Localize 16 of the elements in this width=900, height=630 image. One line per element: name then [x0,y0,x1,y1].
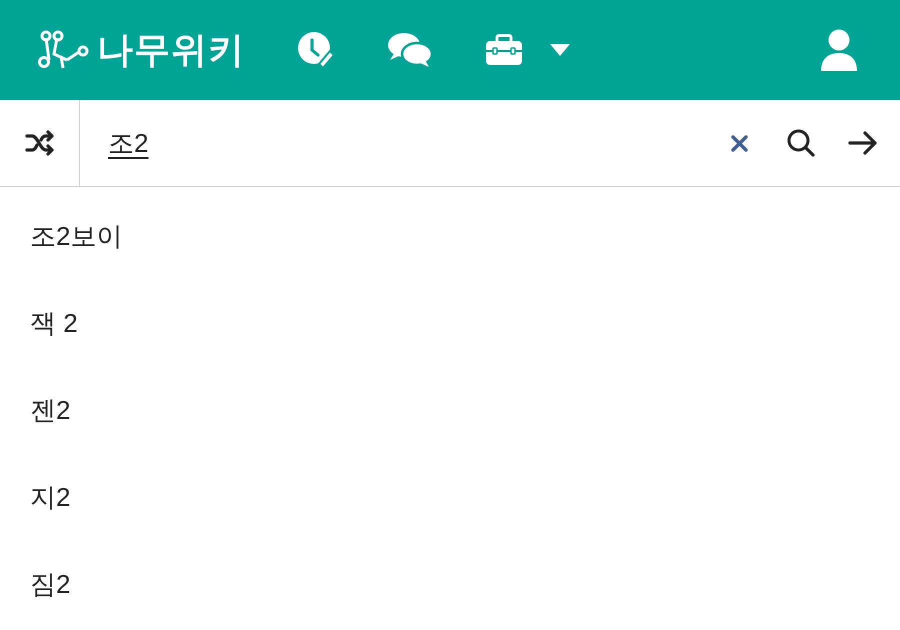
toolbox-icon[interactable] [485,34,523,66]
go-arrow-icon[interactable] [848,130,878,156]
clear-icon[interactable] [731,134,748,152]
recent-changes-icon[interactable] [297,31,335,69]
suggestion-item[interactable]: 짐2 [0,541,900,628]
suggestion-item[interactable]: 지2 [0,454,900,541]
suggestion-item[interactable]: 젠2 [0,367,900,454]
search-icon[interactable] [786,128,816,158]
search-field[interactable]: 조2 [108,100,731,186]
discussion-icon[interactable] [387,32,433,68]
suggestion-item[interactable]: 조2보이 [0,193,900,280]
node-tree-icon [37,30,89,70]
caret-icon[interactable] [549,43,571,57]
suggestion-item[interactable]: 잭 2 [0,280,900,367]
shuffle-icon [24,130,54,156]
user-icon[interactable] [820,29,858,71]
